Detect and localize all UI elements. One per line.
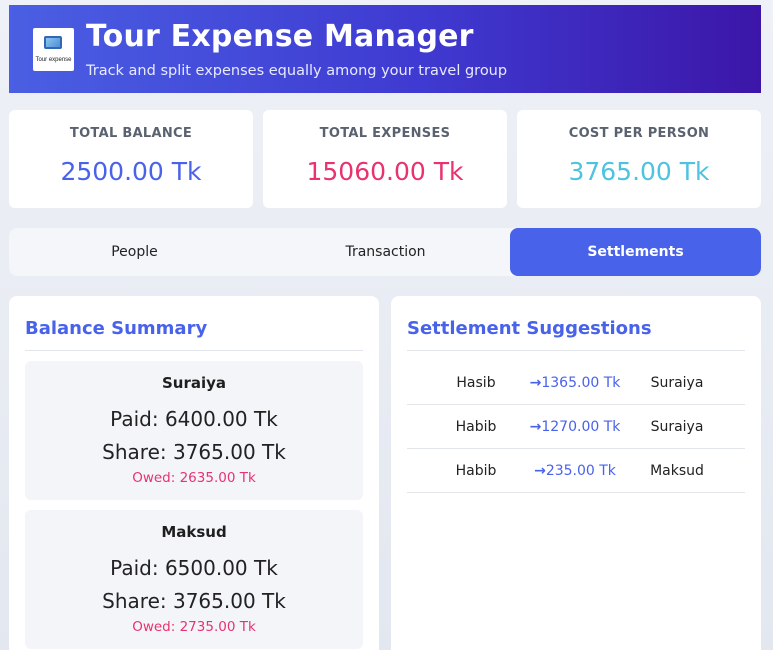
- tab-bar: People Transaction Settlements: [9, 228, 761, 276]
- settlement-row: Hasib →1365.00 Tk Suraiya: [407, 361, 745, 405]
- app-logo: Tour expense: [33, 28, 74, 71]
- app-title: Tour Expense Manager: [86, 19, 474, 54]
- person-share: Share: 3765.00 Tk: [102, 440, 286, 464]
- person-owed: Owed: 2635.00 Tk: [132, 470, 256, 486]
- person-paid: Paid: 6500.00 Tk: [110, 556, 278, 580]
- payee-name: Maksud: [650, 463, 704, 479]
- person-name: Maksud: [161, 523, 227, 541]
- person-owed: Owed: 2735.00 Tk: [132, 619, 256, 635]
- person-share: Share: 3765.00 Tk: [102, 589, 286, 613]
- panel-title: Balance Summary: [25, 318, 208, 339]
- amount-value: 1365.00 Tk: [541, 375, 621, 391]
- settlement-row: Habib →235.00 Tk Maksud: [407, 449, 745, 493]
- balance-summary-panel: Balance Summary Suraiya Paid: 6400.00 Tk…: [9, 296, 379, 650]
- person-paid: Paid: 6400.00 Tk: [110, 407, 278, 431]
- person-balance-card: Suraiya Paid: 6400.00 Tk Share: 3765.00 …: [25, 361, 363, 500]
- stat-label: TOTAL BALANCE: [69, 126, 193, 141]
- arrow-right-icon: →: [534, 463, 546, 479]
- amount-value: 235.00 Tk: [545, 463, 616, 479]
- arrow-right-icon: →: [529, 375, 542, 391]
- payee-name: Suraiya: [650, 375, 704, 391]
- app-header: Tour expense Tour Expense Manager Track …: [9, 5, 761, 93]
- stat-card-total-expenses: TOTAL EXPENSES 15060.00 Tk: [263, 110, 507, 208]
- divider: [407, 350, 745, 351]
- arrow-right-icon: →: [529, 419, 542, 435]
- stat-card-total-balance: TOTAL BALANCE 2500.00 Tk: [9, 110, 253, 208]
- logo-text: Tour expense: [35, 57, 72, 63]
- person-name: Suraiya: [161, 374, 227, 392]
- stat-value: 15060.00 Tk: [306, 157, 464, 186]
- tab-people[interactable]: People: [9, 228, 260, 276]
- settlement-suggestions-panel: Settlement Suggestions Hasib →1365.00 Tk…: [391, 296, 761, 650]
- stat-value: 3765.00 Tk: [568, 157, 710, 186]
- amount-value: 1270.00 Tk: [541, 419, 621, 435]
- stat-card-cost-per-person: COST PER PERSON 3765.00 Tk: [517, 110, 761, 208]
- divider: [25, 350, 363, 351]
- stat-label: COST PER PERSON: [568, 126, 710, 141]
- person-balance-card: Maksud Paid: 6500.00 Tk Share: 3765.00 T…: [25, 510, 363, 649]
- payee-name: Suraiya: [650, 419, 704, 435]
- tab-settlements[interactable]: Settlements: [510, 228, 761, 276]
- panel-title: Settlement Suggestions: [407, 318, 652, 339]
- settlement-row: Habib →1270.00 Tk Suraiya: [407, 405, 745, 449]
- app-subtitle: Track and split expenses equally among y…: [86, 63, 508, 79]
- suitcase-icon: [44, 36, 62, 49]
- stat-label: TOTAL EXPENSES: [319, 126, 451, 141]
- tab-transaction[interactable]: Transaction: [260, 228, 511, 276]
- stat-value: 2500.00 Tk: [60, 157, 202, 186]
